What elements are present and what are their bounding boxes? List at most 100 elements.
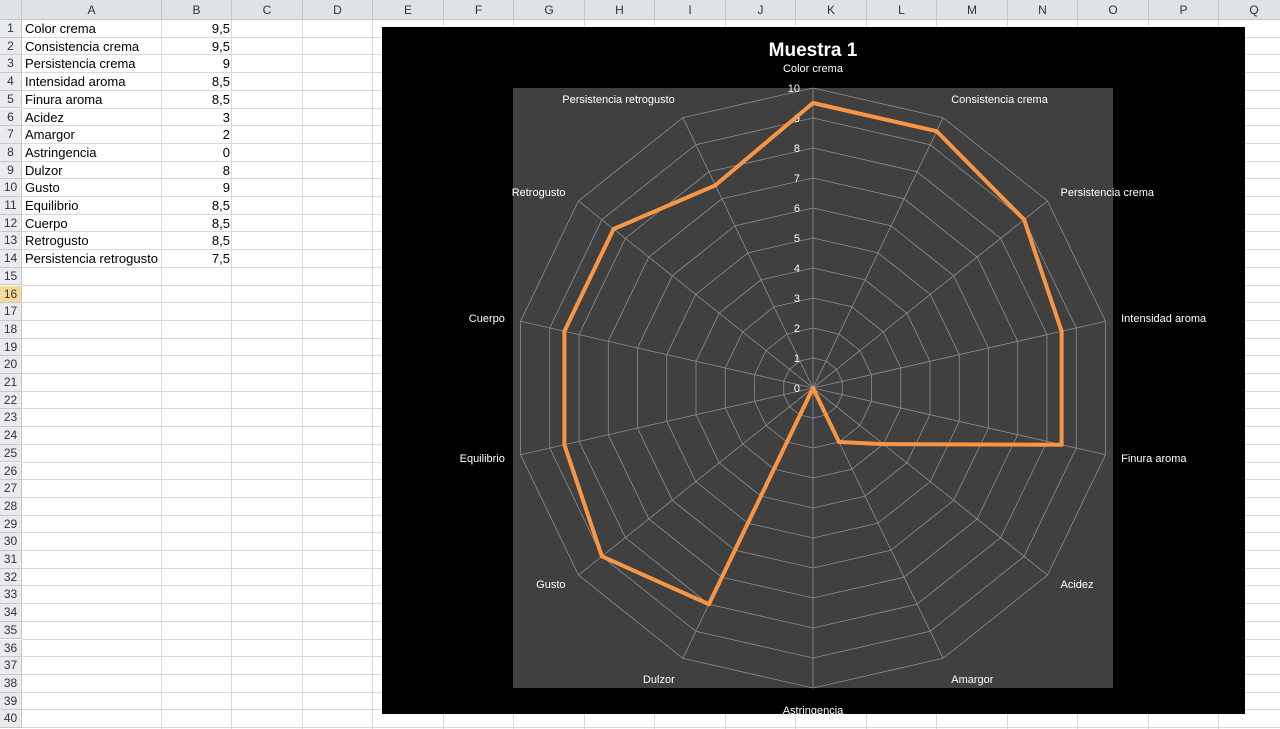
row-header-17[interactable]: 17: [0, 303, 22, 321]
cell-label[interactable]: Persistencia crema: [25, 55, 160, 73]
column-header-l[interactable]: L: [867, 0, 937, 20]
row-header-25[interactable]: 25: [0, 444, 22, 463]
cell-label[interactable]: Acidez: [25, 109, 160, 127]
cell-value[interactable]: 2: [162, 126, 230, 144]
data-point[interactable]: [706, 602, 711, 607]
cell-label[interactable]: Intensidad aroma: [25, 73, 160, 91]
data-point[interactable]: [1022, 217, 1027, 222]
column-header-n[interactable]: N: [1008, 0, 1078, 20]
cell-label[interactable]: Astringencia: [25, 144, 160, 162]
row-header-8[interactable]: 8: [0, 143, 22, 162]
data-point[interactable]: [811, 101, 815, 105]
column-header-j[interactable]: J: [726, 0, 796, 20]
column-header-f[interactable]: F: [444, 0, 514, 20]
cell-label[interactable]: Dulzor: [25, 162, 160, 180]
cell-value[interactable]: 0: [162, 144, 230, 162]
row-header-34[interactable]: 34: [0, 604, 22, 622]
row-header-19[interactable]: 19: [0, 338, 22, 357]
row-header-18[interactable]: 18: [0, 320, 22, 339]
cell-value[interactable]: 9,5: [162, 20, 230, 38]
column-header-k[interactable]: K: [796, 0, 867, 20]
cell-value[interactable]: 8,5: [162, 232, 230, 250]
row-header-15[interactable]: 15: [0, 267, 22, 286]
row-header-39[interactable]: 39: [0, 692, 22, 711]
row-header-37[interactable]: 37: [0, 657, 22, 675]
data-point[interactable]: [837, 440, 842, 445]
row-header-26[interactable]: 26: [0, 462, 22, 481]
row-header-4[interactable]: 4: [0, 73, 22, 91]
row-header-22[interactable]: 22: [0, 391, 22, 410]
data-point[interactable]: [562, 442, 567, 447]
cell-label[interactable]: Finura aroma: [25, 91, 160, 109]
cell-label[interactable]: Equilibrio: [25, 197, 160, 215]
row-header-32[interactable]: 32: [0, 568, 22, 587]
row-header-21[interactable]: 21: [0, 374, 22, 392]
cell-value[interactable]: 7,5: [162, 250, 230, 268]
cell-value[interactable]: 3: [162, 109, 230, 127]
row-header-12[interactable]: 12: [0, 214, 22, 233]
row-header-27[interactable]: 27: [0, 480, 22, 498]
data-point[interactable]: [713, 183, 718, 188]
row-header-31[interactable]: 31: [0, 551, 22, 569]
row-header-5[interactable]: 5: [0, 90, 22, 109]
row-header-13[interactable]: 13: [0, 232, 22, 251]
row-header-11[interactable]: 11: [0, 197, 22, 215]
row-header-36[interactable]: 36: [0, 639, 22, 658]
data-point[interactable]: [881, 442, 886, 447]
cell-value[interactable]: 8: [162, 162, 230, 180]
row-header-2[interactable]: 2: [0, 37, 22, 56]
row-header-7[interactable]: 7: [0, 126, 22, 144]
row-header-33[interactable]: 33: [0, 586, 22, 605]
row-header-6[interactable]: 6: [0, 108, 22, 127]
row-header-9[interactable]: 9: [0, 161, 22, 180]
cell-value[interactable]: 8,5: [162, 197, 230, 215]
cell-label[interactable]: Consistencia crema: [25, 38, 160, 56]
row-header-28[interactable]: 28: [0, 497, 22, 516]
column-header-i[interactable]: I: [655, 0, 726, 20]
data-point[interactable]: [599, 554, 604, 559]
data-point[interactable]: [1059, 329, 1064, 334]
column-header-m[interactable]: M: [937, 0, 1008, 20]
cell-value[interactable]: 8,5: [162, 91, 230, 109]
cell-label[interactable]: Persistencia retrogusto: [25, 250, 160, 268]
cell-label[interactable]: Amargor: [25, 126, 160, 144]
cell-value[interactable]: 9,5: [162, 38, 230, 56]
row-header-1[interactable]: 1: [0, 20, 22, 38]
cell-value[interactable]: 9: [162, 55, 230, 73]
column-header-c[interactable]: C: [232, 0, 303, 20]
row-header-38[interactable]: 38: [0, 674, 22, 693]
data-point[interactable]: [811, 386, 815, 390]
cell-label[interactable]: Cuerpo: [25, 215, 160, 233]
cell-value[interactable]: 9: [162, 179, 230, 197]
cell-value[interactable]: 8,5: [162, 215, 230, 233]
data-point[interactable]: [611, 227, 616, 232]
cell-label[interactable]: Color crema: [25, 20, 160, 38]
cell-label[interactable]: Gusto: [25, 179, 160, 197]
row-header-23[interactable]: 23: [0, 409, 22, 428]
column-header-g[interactable]: G: [514, 0, 585, 20]
row-header-16[interactable]: 16: [0, 285, 22, 304]
row-header-35[interactable]: 35: [0, 621, 22, 640]
data-point[interactable]: [1059, 442, 1064, 447]
row-header-40[interactable]: 40: [0, 710, 22, 728]
row-header-20[interactable]: 20: [0, 356, 22, 374]
row-header-3[interactable]: 3: [0, 55, 22, 74]
column-header-b[interactable]: B: [162, 0, 232, 20]
select-all-corner[interactable]: [0, 0, 22, 20]
column-header-p[interactable]: P: [1149, 0, 1219, 20]
column-header-o[interactable]: O: [1078, 0, 1149, 20]
row-header-24[interactable]: 24: [0, 427, 22, 445]
row-header-14[interactable]: 14: [0, 250, 22, 268]
column-header-a[interactable]: A: [22, 0, 162, 20]
row-header-10[interactable]: 10: [0, 179, 22, 197]
column-header-d[interactable]: D: [303, 0, 373, 20]
cell-value[interactable]: 8,5: [162, 73, 230, 91]
data-point[interactable]: [934, 129, 939, 134]
cell-label[interactable]: Retrogusto: [25, 232, 160, 250]
data-point[interactable]: [562, 329, 567, 334]
column-header-e[interactable]: E: [373, 0, 444, 20]
column-header-q[interactable]: Q: [1219, 0, 1280, 20]
row-header-29[interactable]: 29: [0, 515, 22, 534]
column-header-h[interactable]: H: [585, 0, 655, 20]
radar-chart[interactable]: 0 1 2 3 4 5 6 7 8 9 10 Color crema Consistencia cre…: [382, 27, 1245, 714]
